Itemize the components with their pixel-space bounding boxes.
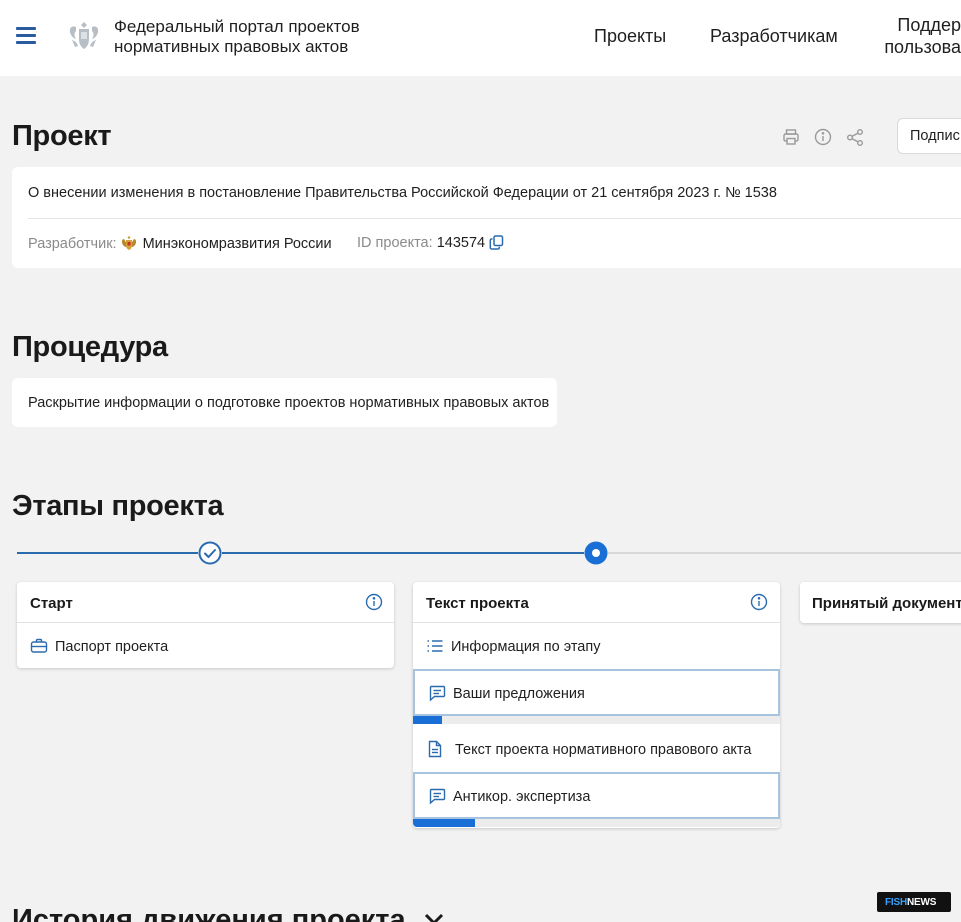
divider <box>28 218 961 219</box>
procedure-card: Раскрытие информации о подготовке проект… <box>12 378 557 427</box>
coat-of-arms-logo[interactable] <box>66 18 102 54</box>
project-id: ID проекта: 143574 <box>357 235 504 251</box>
comment-icon <box>429 685 446 702</box>
project-developer: Разработчик: Минэкономразвития России <box>28 235 332 252</box>
copy-icon[interactable] <box>489 235 504 250</box>
developer-label: Разработчик: <box>28 236 117 252</box>
developer-value[interactable]: Минэкономразвития России <box>143 236 332 252</box>
project-card: О внесении изменения в постановление Пра… <box>12 167 961 268</box>
procedure-text: Раскрытие информации о подготовке проект… <box>28 395 550 411</box>
project-title: О внесении изменения в постановление Пра… <box>28 185 777 201</box>
stage-row-passport[interactable]: Паспорт проекта <box>17 624 394 669</box>
fishnews-watermark: FISHNEWS <box>877 892 951 912</box>
watermark-part2: NEWS <box>906 897 937 908</box>
portal-name[interactable]: Федеральный портал проектов нормативных … <box>114 17 394 57</box>
history-heading[interactable]: История движения проекта <box>12 904 444 922</box>
stage-title: Принятый документ <box>812 595 961 612</box>
history-title: История движения проекта <box>12 904 406 922</box>
nav-support-line2: пользова <box>884 37 961 57</box>
share-icon[interactable] <box>846 128 864 146</box>
stage-current-icon <box>584 541 608 565</box>
stage-row-act-text[interactable]: Текст проекта нормативного правового акт… <box>413 727 780 772</box>
stage-row-anticorruption-expertise[interactable]: Антикор. экспертиза <box>413 772 780 819</box>
nav-projects[interactable]: Проекты <box>594 26 666 47</box>
watermark-part1: FISH <box>885 897 907 908</box>
stage-row-stage-info[interactable]: Информация по этапу <box>413 624 780 669</box>
nav-support-line1: Поддер <box>897 15 961 35</box>
subscribe-button[interactable]: Подпис <box>897 118 961 154</box>
stage-row-label: Текст проекта нормативного правового акт… <box>455 742 752 758</box>
stage-header: Текст проекта <box>413 582 780 623</box>
stages-heading: Этапы проекта <box>12 490 224 522</box>
progress-fill <box>413 819 476 827</box>
progress-fill <box>413 716 443 724</box>
procedure-heading: Процедура <box>12 331 168 363</box>
stage-title: Старт <box>30 595 73 612</box>
info-icon[interactable] <box>814 128 832 146</box>
print-icon[interactable] <box>782 128 800 146</box>
briefcase-icon <box>30 638 48 653</box>
comment-icon <box>429 788 446 805</box>
nav-support[interactable]: Поддер пользова <box>881 14 961 58</box>
stage-header: Старт <box>17 582 394 623</box>
nav-developers[interactable]: Разработчикам <box>710 26 838 47</box>
list-icon <box>427 640 443 652</box>
stage-card-project-text: Текст проекта Информация по этапу Ваши п… <box>413 582 780 828</box>
ministry-emblem-icon <box>121 236 136 250</box>
id-value: 143574 <box>436 235 486 251</box>
site-header: Федеральный портал проектов нормативных … <box>0 0 961 76</box>
project-heading: Проект <box>12 120 112 152</box>
stage-header: Принятый документ <box>800 582 961 623</box>
document-icon <box>428 740 442 758</box>
stage-completed-icon <box>198 541 222 565</box>
info-icon[interactable] <box>365 593 383 611</box>
expertise-progress-bar <box>413 819 780 827</box>
stage-row-label: Антикор. экспертиза <box>453 789 591 805</box>
stage-row-label: Ваши предложения <box>453 686 585 702</box>
info-icon[interactable] <box>750 593 768 611</box>
portal-name-line2: нормативных правовых актов <box>114 37 349 56</box>
stage-card-start: Старт Паспорт проекта <box>17 582 394 668</box>
stage-card-adopted-document[interactable]: Принятый документ <box>800 582 961 623</box>
proposals-progress-bar <box>413 716 780 724</box>
stage-row-label: Паспорт проекта <box>55 639 169 655</box>
stage-row-label: Информация по этапу <box>451 639 601 655</box>
id-label: ID проекта: <box>357 235 433 251</box>
stage-row-your-proposals[interactable]: Ваши предложения <box>413 669 780 716</box>
chevron-down-icon[interactable] <box>424 913 444 922</box>
stages-timeline <box>17 541 961 565</box>
portal-name-line1: Федеральный портал проектов <box>114 17 360 36</box>
menu-icon[interactable] <box>16 27 36 45</box>
stage-title: Текст проекта <box>426 595 529 612</box>
